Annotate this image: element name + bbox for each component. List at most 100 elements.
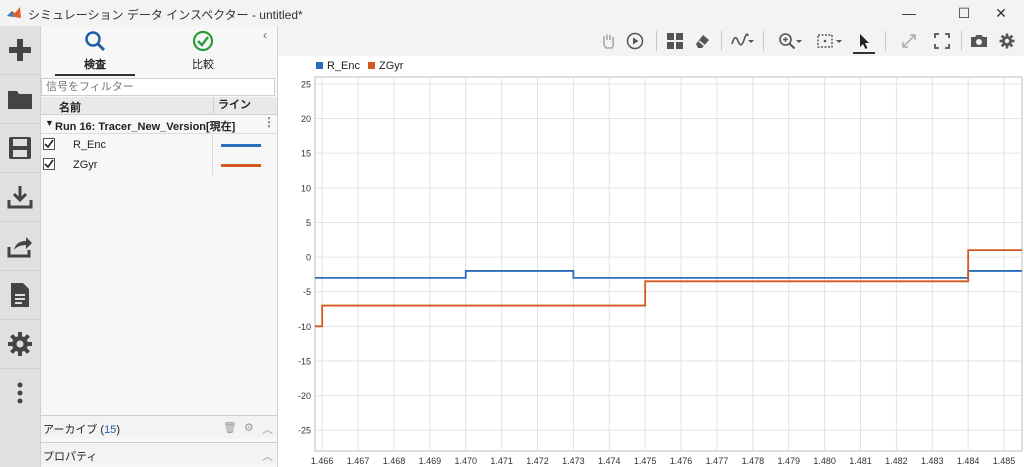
tab-inspect[interactable]: 検査 [55,30,135,76]
toolbar-separator [885,31,886,51]
y-tick-label: -15 [298,356,311,366]
x-tick-label: 1.470 [454,456,477,466]
run-row[interactable]: ▼ Run 16: Tracer_New_Version[現在] ⋮ [41,115,277,134]
export-button[interactable] [0,222,40,271]
x-tick-label: 1.484 [957,456,980,466]
properties-section[interactable]: プロパティ ︿ [41,442,277,465]
tab-compare[interactable]: 比較 [163,30,243,74]
x-tick-label: 1.481 [849,456,872,466]
x-tick-label: 1.477 [706,456,729,466]
play-button[interactable] [624,30,646,52]
report-icon [11,283,29,307]
signal-row[interactable]: ZGyr [41,155,277,175]
y-tick-label: 15 [301,149,311,159]
x-tick-label: 1.482 [885,456,908,466]
expand-icon [902,34,916,48]
x-tick-label: 1.467 [347,456,370,466]
tab-compare-label: 比較 [192,59,214,71]
matlab-icon [7,7,21,18]
layout-icon [667,33,683,49]
collapse-panel-icon[interactable]: ‹ [263,28,267,42]
col-name-header[interactable]: 名前 [59,99,81,115]
zoom-dropdown[interactable] [794,30,804,52]
camera-icon [971,35,987,47]
fullscreen-button[interactable] [931,30,953,52]
minimize-button[interactable]: — [886,0,932,26]
column-divider [212,135,213,155]
gear-icon[interactable]: ⚙ [244,421,254,434]
toolbar-separator [721,31,722,51]
more-button[interactable] [0,369,40,417]
preferences-button[interactable] [0,320,40,369]
pan-hand-icon [602,34,615,49]
window-title: シミュレーション データ インスペクター - untitled* [28,8,303,22]
left-toolbar [0,26,41,467]
toolbar-separator [656,31,657,51]
archive-section[interactable]: アーカイブ (15) 🗑 ⚙ ︿ [41,415,277,438]
y-tick-label: -5 [303,287,311,297]
chevron-up-icon[interactable]: ︿ [262,448,273,464]
fit-icon [817,34,833,48]
signal-filter-input[interactable]: 信号をフィルター [41,78,275,96]
report-button[interactable] [0,271,40,320]
signal-checkbox[interactable] [43,138,55,150]
fit-dropdown[interactable] [834,30,844,52]
expand-button[interactable] [898,30,920,52]
import-button[interactable] [0,173,40,222]
y-tick-label: -25 [298,426,311,436]
new-button[interactable] [0,26,40,75]
check-circle-icon [192,30,214,52]
checkmark-icon [44,139,54,149]
checkmark-icon [44,159,54,169]
import-icon [7,186,33,209]
chevron-down-icon [748,40,754,43]
chevron-up-icon[interactable]: ︿ [262,421,273,437]
trash-icon[interactable]: 🗑 [223,421,237,434]
magnifier-icon [85,31,106,52]
archive-text: アーカイブ ( [43,424,105,436]
cursor-button[interactable] [853,30,875,54]
x-tick-label: 1.478 [742,456,765,466]
x-tick-label: 1.476 [670,456,693,466]
column-header: 名前 ライン [41,97,277,115]
tab-inspect-label: 検査 [84,59,106,71]
signal-row[interactable]: R_Enc [41,135,277,155]
run-options-icon[interactable]: ⋮ [263,115,275,129]
gear-icon [8,332,32,356]
x-tick-label: 1.479 [777,456,800,466]
clear-button[interactable] [691,30,713,52]
open-button[interactable] [0,75,40,124]
cursor-icon [860,34,869,49]
layout-button[interactable] [664,30,686,52]
column-divider [212,155,213,175]
save-button[interactable] [0,124,40,173]
expand-triangle-icon[interactable]: ▼ [45,118,54,128]
signal-dropdown[interactable] [746,30,756,52]
signal-name: ZGyr [73,159,98,171]
fit-to-view-button[interactable] [814,30,836,52]
signal-line-swatch[interactable] [221,164,261,167]
x-tick-label: 1.480 [813,456,836,466]
col-line-header[interactable]: ライン [213,97,251,114]
archive-count: 15 [104,424,117,436]
plot-frame [314,76,1023,452]
more-icon [17,382,23,404]
eraser-icon [696,35,709,48]
x-tick-label: 1.472 [526,456,549,466]
pan-hand-button[interactable] [597,30,619,52]
signal-checkbox[interactable] [43,158,55,170]
x-tick-label: 1.469 [419,456,442,466]
y-tick-label: 10 [301,183,311,193]
toolbar-separator [763,31,764,51]
y-tick-label: 5 [306,218,311,228]
new-icon [9,39,31,61]
folder-open-icon [8,91,32,109]
close-button[interactable]: ✕ [978,0,1024,26]
y-tick-label: 20 [301,114,311,124]
snapshot-button[interactable] [968,30,990,52]
signal-line-swatch[interactable] [221,144,261,147]
play-icon [626,32,644,50]
signal-chart[interactable]: 25 20 15 10 5 0 -5 -10 -15 -20 -25 1.466 1.467 1.468 1… [278,56,1024,467]
chevron-down-icon [836,40,842,43]
settings-button[interactable] [996,30,1018,52]
